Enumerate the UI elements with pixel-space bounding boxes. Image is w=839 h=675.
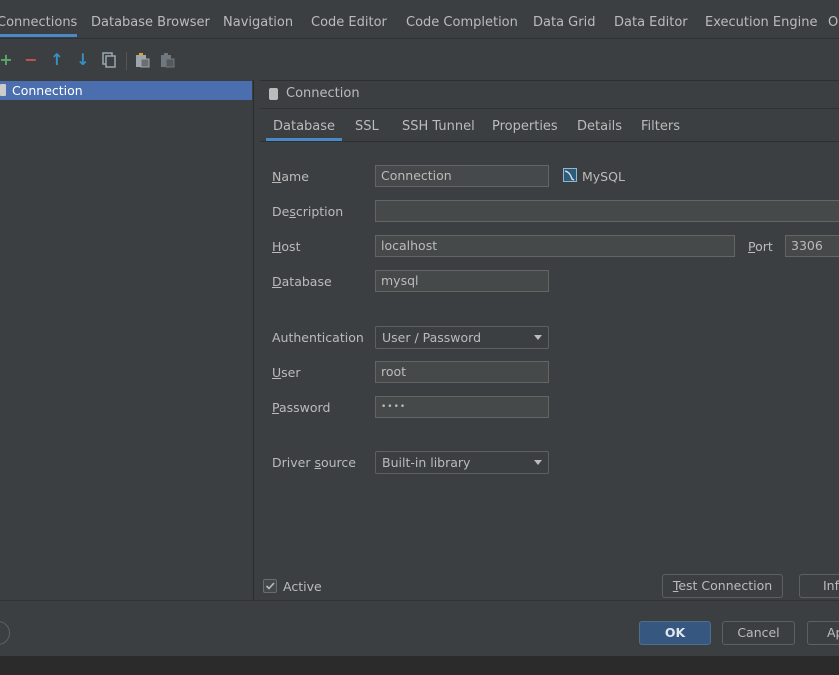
cancel-button[interactable]: Cancel (722, 621, 795, 645)
authentication-label: Authentication (272, 330, 364, 345)
host-input[interactable]: localhost (375, 235, 735, 257)
tab-overflow[interactable]: O (828, 0, 838, 36)
driver-source-select[interactable]: Built-in library (375, 451, 549, 474)
move-up-icon[interactable]: ↑ (47, 50, 67, 70)
chevron-down-icon (534, 460, 542, 465)
paste-disabled-icon (157, 50, 177, 70)
active-checkbox[interactable] (263, 579, 277, 593)
toolbar-divider (126, 52, 127, 70)
apply-button[interactable]: Ap (807, 621, 839, 645)
user-input[interactable]: root (375, 361, 549, 383)
db-type-label: MySQL (582, 169, 625, 184)
add-icon[interactable]: + (0, 50, 16, 70)
password-input[interactable]: •••• (375, 396, 549, 418)
authentication-select[interactable]: User / Password (375, 326, 549, 349)
test-connection-button[interactable]: Test Connection (662, 574, 783, 598)
description-label: Description (272, 204, 344, 219)
info-button[interactable]: Inf (799, 574, 839, 598)
connection-toolbar: + − ↑ ↓ (0, 44, 260, 76)
description-input[interactable] (375, 200, 839, 222)
paste-icon[interactable] (132, 50, 152, 70)
database-input[interactable]: mysql (375, 270, 549, 292)
password-label: Password (272, 400, 331, 415)
tab-filters[interactable]: Filters (641, 119, 680, 134)
authentication-value: User / Password (382, 330, 482, 345)
database-icon (269, 88, 278, 100)
tab-execution-engine[interactable]: Execution Engine (705, 0, 817, 36)
move-down-icon[interactable]: ↓ (73, 50, 93, 70)
tab-connections[interactable]: Connections (0, 0, 78, 37)
settings-tab-bar: Connections Database Browser Navigation … (0, 0, 839, 39)
copy-icon[interactable] (99, 50, 119, 70)
tab-data-grid[interactable]: Data Grid (533, 0, 595, 36)
tab-code-completion[interactable]: Code Completion (406, 0, 518, 36)
tab-navigation[interactable]: Navigation (223, 0, 293, 36)
tree-item-label: Connection (12, 83, 83, 98)
panel-title: Connection (286, 86, 360, 101)
driver-source-label: Driver source (272, 455, 356, 470)
window-bottom-edge (0, 656, 839, 675)
tab-database[interactable]: Database (266, 119, 343, 141)
active-label: Active (283, 579, 322, 594)
connection-subtabs: Database SSL SSH Tunnel Properties Detai… (260, 108, 839, 142)
driver-source-value: Built-in library (382, 455, 471, 470)
database-label: Database (272, 274, 332, 289)
tree-item-connection[interactable]: Connection (0, 81, 252, 100)
port-label: Port (748, 239, 773, 254)
tab-code-editor[interactable]: Code Editor (311, 0, 387, 36)
user-label: User (272, 365, 301, 380)
connections-tree: Connection (0, 80, 254, 600)
tab-properties[interactable]: Properties (492, 119, 558, 134)
dialog-button-bar: OK Cancel Ap (0, 600, 839, 657)
name-input[interactable]: Connection (375, 165, 549, 187)
connection-panel-header: Connection (260, 80, 839, 109)
tab-details[interactable]: Details (577, 119, 622, 134)
help-button[interactable] (0, 621, 10, 645)
tab-data-editor[interactable]: Data Editor (614, 0, 688, 36)
mysql-icon (563, 168, 577, 182)
port-input[interactable]: 3306 (785, 235, 839, 257)
chevron-down-icon (534, 335, 542, 340)
ok-button[interactable]: OK (639, 621, 711, 645)
database-icon (0, 84, 6, 96)
tab-ssh-tunnel[interactable]: SSH Tunnel (402, 119, 475, 134)
remove-icon[interactable]: − (21, 50, 41, 70)
tab-ssl[interactable]: SSL (355, 119, 379, 134)
tab-database-browser[interactable]: Database Browser (91, 0, 210, 36)
name-label: Name (272, 169, 309, 184)
host-label: Host (272, 239, 301, 254)
